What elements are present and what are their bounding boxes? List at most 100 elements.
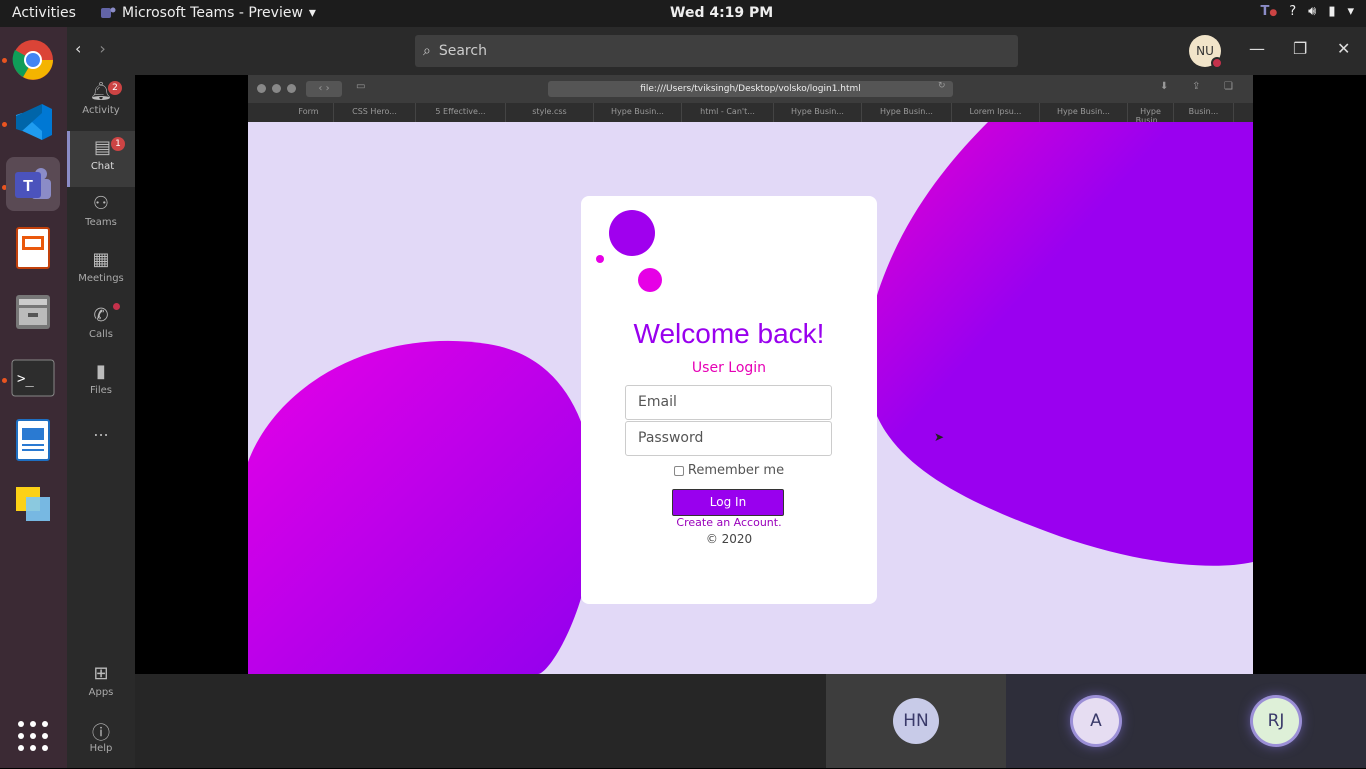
forward-icon[interactable]: › <box>99 39 105 58</box>
show-applications-button[interactable] <box>6 709 60 763</box>
create-account-link[interactable]: Create an Account. <box>581 516 877 529</box>
remember-me[interactable]: Remember me <box>581 463 877 478</box>
rail-item-label: Calls <box>89 329 113 340</box>
rail-item-activity[interactable]: 🔔︎ 2 Activity <box>67 75 135 131</box>
rail-item-label: Activity <box>82 105 120 116</box>
teams-launcher[interactable]: T <box>6 157 60 211</box>
chevron-down-icon: ▾ <box>308 5 316 21</box>
vscode-launcher[interactable] <box>6 95 60 149</box>
calls-status-dot <box>113 303 120 310</box>
login-button[interactable]: Log In <box>672 489 784 516</box>
close-icon[interactable]: ✕ <box>1337 39 1350 58</box>
volume-icon[interactable]: 🔊︎ <box>1308 4 1316 19</box>
share-icon: ⇪ <box>1192 81 1201 92</box>
vscode-icon <box>16 104 52 140</box>
rail-item-apps[interactable]: ⊞ Apps <box>67 657 135 713</box>
rail-item-label: Apps <box>88 687 114 698</box>
browser-tab: Hype Busin... <box>594 103 682 122</box>
window-controls <box>257 84 296 93</box>
sticky-notes-icon <box>16 487 50 521</box>
sticky-notes-launcher[interactable] <box>6 477 60 531</box>
shared-screen: ‹ › ▭ file:///Users/tviksingh/Desktop/vo… <box>135 75 1366 674</box>
browser-tab: Hype Busin... <box>1128 103 1174 125</box>
participant-tile[interactable]: A <box>1006 674 1186 768</box>
browser-tab: style.css <box>506 103 594 122</box>
login-subtitle: User Login <box>691 360 767 376</box>
address-bar: file:///Users/tviksingh/Desktop/volsko/l… <box>548 81 953 97</box>
rail-item-calls[interactable]: ✆ Calls <box>67 299 135 355</box>
browser-tab: Form <box>284 103 334 122</box>
file-cabinet-icon <box>16 295 50 329</box>
app-menu[interactable]: Microsoft Teams - Preview ▾ <box>100 5 316 21</box>
rail-item-meetings[interactable]: ▦ Meetings <box>67 243 135 299</box>
search-icon: ⌕ <box>423 43 431 59</box>
terminal-launcher[interactable]: >_ <box>6 351 60 405</box>
menu-arrow-icon[interactable]: ▾ <box>1347 4 1354 19</box>
history-nav: ‹ › <box>75 39 106 58</box>
minimize-icon[interactable]: — <box>1249 39 1265 58</box>
browser-tab: html - Can't... <box>682 103 774 122</box>
file-icon: ▮ <box>96 361 106 382</box>
profile-avatar[interactable]: NU <box>1189 35 1223 69</box>
teams-header: ‹ › ⌕ Search NU — ❐ ✕ <box>75 27 1366 75</box>
impress-launcher[interactable] <box>6 221 60 275</box>
rail-item-label: Meetings <box>78 273 124 284</box>
browser-tab: Hype Busin... <box>774 103 862 122</box>
rail-item-files[interactable]: ▮ Files <box>67 355 135 411</box>
back-icon[interactable]: ‹ <box>75 39 81 58</box>
browser-tab: Busin... <box>1174 103 1234 122</box>
chat-icon: ▤ <box>93 137 111 158</box>
sidebar-toggle-icon: ▭ <box>356 81 366 92</box>
status-badge <box>1211 57 1223 69</box>
search-input[interactable]: ⌕ Search <box>415 35 1018 67</box>
decorative-circle-large <box>609 210 655 256</box>
files-launcher[interactable] <box>6 285 60 339</box>
more-apps-button[interactable]: ... <box>67 421 135 451</box>
participant-tile[interactable]: RJ <box>1186 674 1366 768</box>
system-top-bar: Activities Microsoft Teams - Preview ▾ W… <box>0 0 1366 27</box>
activities-button[interactable]: Activities <box>12 5 76 21</box>
call-participants-bar: HN A RJ <box>135 674 1366 768</box>
rail-item-chat[interactable]: ▤ 1 Chat <box>67 131 135 187</box>
clock[interactable]: Wed 4:19 PM <box>670 5 773 21</box>
copyright: © 2020 <box>705 532 753 546</box>
login-card: Welcome back! User Login Email Password … <box>581 196 877 604</box>
teams-notification-icon[interactable]: T● <box>1260 4 1277 19</box>
remember-checkbox[interactable] <box>673 465 684 476</box>
decorative-circle-dot <box>596 255 604 263</box>
participant-tile[interactable]: HN <box>826 674 1006 768</box>
browser-tab: 5 Effective... <box>416 103 506 122</box>
teams-icon: ⚇ <box>92 193 110 214</box>
battery-icon[interactable]: ▮ <box>1328 4 1335 19</box>
remember-label: Remember me <box>687 463 785 478</box>
download-icon: ⬇ <box>1160 81 1169 92</box>
avatar: RJ <box>1253 698 1299 744</box>
teams-app-bar: 🔔︎ 2 Activity ▤ 1 Chat ⚇ Teams ▦ Meeting… <box>67 27 135 768</box>
back-forward-buttons: ‹ › <box>306 81 342 97</box>
rail-item-label: Chat <box>90 161 115 172</box>
search-placeholder: Search <box>438 43 487 59</box>
browser-tab: CSS Hero... <box>334 103 416 122</box>
ubuntu-dock: T >_ <box>0 27 67 768</box>
help-icon[interactable]: ? <box>1289 4 1296 19</box>
password-field[interactable]: Password <box>625 421 832 456</box>
mouse-cursor: ➤ <box>934 430 945 444</box>
writer-icon <box>16 419 50 461</box>
login-page: Welcome back! User Login Email Password … <box>248 122 1253 674</box>
browser-tab: Hype Busin... <box>1040 103 1128 122</box>
avatar: HN <box>893 698 939 744</box>
maximize-icon[interactable]: ❐ <box>1293 39 1307 58</box>
chrome-launcher[interactable] <box>6 33 60 87</box>
help-icon: ⓘ <box>92 723 110 744</box>
left-blob <box>248 340 596 674</box>
page-title: Welcome back! <box>633 318 825 349</box>
system-tray[interactable]: T● ? 🔊︎ ▮ ▾ <box>1260 4 1354 19</box>
rail-item-teams[interactable]: ⚇ Teams <box>67 187 135 243</box>
more-icon: ... <box>93 421 109 440</box>
email-field[interactable]: Email <box>625 385 832 420</box>
chrome-icon <box>12 40 53 80</box>
avatar: A <box>1073 698 1119 744</box>
writer-launcher[interactable] <box>6 413 60 467</box>
rail-item-help[interactable]: ⓘ Help <box>67 713 135 769</box>
bell-icon: 🔔︎ <box>89 81 113 102</box>
